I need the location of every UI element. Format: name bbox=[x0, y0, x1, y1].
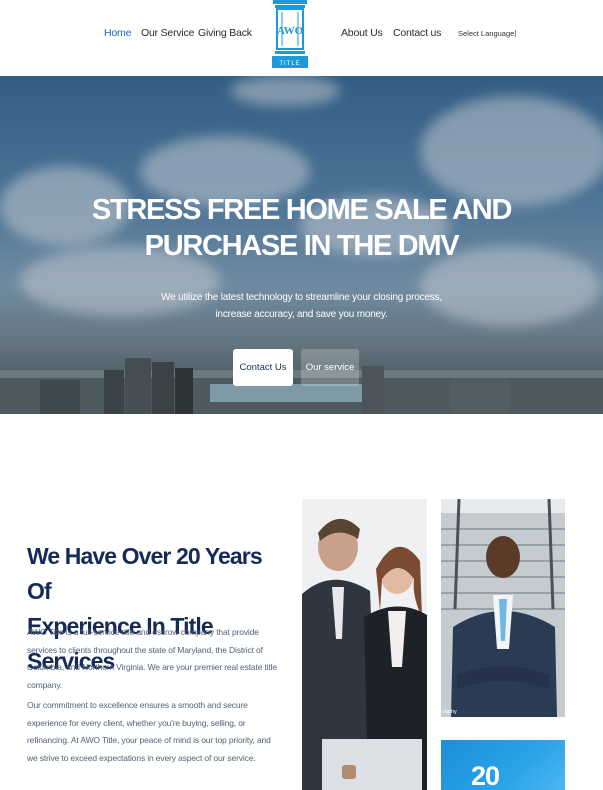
hero-headline-line1: STRESS FREE HOME SALE AND bbox=[91, 194, 513, 226]
hero-subtext-line2: increase accuracy, and save you money. bbox=[215, 309, 388, 320]
svg-text:TITLE: TITLE bbox=[279, 61, 300, 67]
hero-banner: STRESS FREE HOME SALE AND PURCHASE IN TH… bbox=[0, 76, 603, 414]
team-member-portrait-photo: raphy bbox=[441, 499, 565, 717]
our-service-button[interactable]: Our service bbox=[301, 349, 359, 386]
commitment-paragraph: Our commitment to excellence ensures a s… bbox=[27, 700, 271, 763]
experience-heading-line1: We Have Over 20 Years Of bbox=[27, 543, 263, 604]
nav-contact-us-link[interactable]: Contact us bbox=[393, 27, 441, 39]
company-intro-paragraph: AWO Title is a full-service title and es… bbox=[27, 627, 277, 690]
language-selector[interactable]: Select Language bbox=[458, 29, 514, 38]
photo-credit-caption: raphy bbox=[443, 709, 457, 715]
hero-headline-line2: PURCHASE IN THE DMV bbox=[144, 230, 460, 262]
nav-home-link[interactable]: Home bbox=[104, 27, 131, 39]
top-navigation: Home Our Service Giving Back AWO TITLE A… bbox=[0, 0, 603, 76]
nav-our-service-link[interactable]: Our Service bbox=[141, 27, 194, 39]
hero-subtext: We utilize the latest technology to stre… bbox=[150, 289, 453, 323]
hero-headline: STRESS FREE HOME SALE AND PURCHASE IN TH… bbox=[0, 192, 603, 264]
awo-title-logo[interactable]: AWO TITLE bbox=[271, 0, 309, 70]
nav-giving-back-link[interactable]: Giving Back bbox=[198, 27, 252, 39]
nav-about-us-link[interactable]: About Us bbox=[341, 27, 383, 39]
years-experience-stat: 20 bbox=[441, 740, 565, 790]
svg-text:AWO: AWO bbox=[277, 25, 304, 37]
language-divider bbox=[515, 30, 516, 37]
contact-us-button[interactable]: Contact Us bbox=[233, 349, 293, 386]
years-experience-number: 20 bbox=[471, 761, 500, 790]
business-meeting-photo bbox=[302, 499, 427, 790]
hero-subtext-line1: We utilize the latest technology to stre… bbox=[161, 292, 442, 303]
